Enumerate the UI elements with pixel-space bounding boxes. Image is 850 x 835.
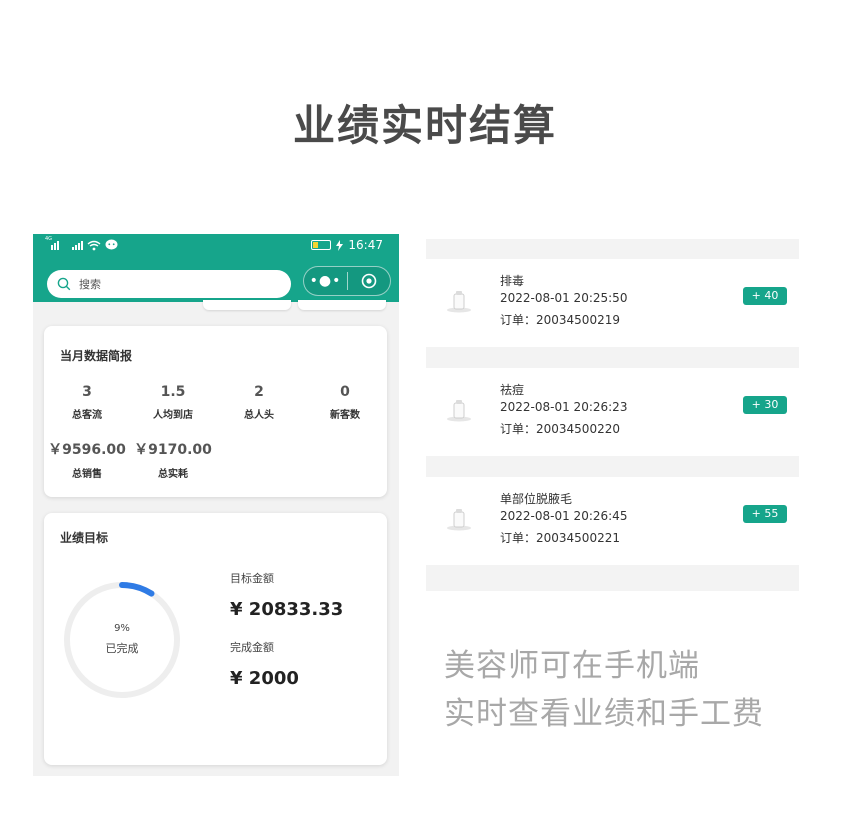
record-commission-badge: + 55 [743,505,787,523]
caption-line-1: 美容师可在手机端 [444,648,700,684]
stat-value: 2 [254,384,264,400]
record-order: 订单：20034500219 [500,313,620,327]
progress-caption: 已完成 [105,642,139,655]
stat-label: 总实耗 [158,469,188,480]
search-input[interactable]: 搜索 [47,270,291,298]
record-order: 订单：20034500221 [500,531,620,545]
progress-percent: 9% [114,623,130,634]
record-time: 2022-08-01 20:25:50 [500,291,628,305]
done-amount-value: ¥ 2000 [230,668,299,689]
product-bottle-icon [447,291,471,313]
hidden-button-peek [298,300,386,310]
stat-label: 人均到店 [153,410,193,421]
record-time: 2022-08-01 20:26:23 [500,400,628,414]
wifi-icon [87,240,101,250]
signal-icon [72,240,83,250]
stat-value: 0 [340,384,350,400]
page-headline: 业绩实时结算 [292,101,557,150]
status-time: 16:47 [348,238,383,252]
record-service-name: 排毒 [500,274,525,288]
stat-value: 3 [82,384,92,400]
chat-icon [105,239,118,250]
record-order: 订单：20034500220 [500,422,620,436]
stat-total-sales: ￥9596.00 总销售 [45,439,129,480]
mini-program-capsule: •●• [303,266,391,296]
more-button[interactable]: •●• [304,266,347,296]
stat-value: 1.5 [160,384,186,400]
target-amount-label: 目标金额 [230,572,274,585]
product-bottle-icon [447,509,471,531]
done-amount-label: 完成金额 [230,641,274,654]
stat-value: ￥9596.00 [48,442,126,458]
list-item[interactable]: 排毒 2022-08-01 20:25:50 订单：20034500219 + … [426,259,799,347]
stat-label: 总人头 [244,410,274,421]
phone-screen: 4G 16:47 搜索 •●• 当月数据简报 3 总客流 1.5 人均到店 2 … [33,234,399,776]
record-commission-badge: + 30 [743,396,787,414]
stat-avg-visits: 1.5 人均到店 [131,384,215,421]
stat-label: 总销售 [72,469,102,480]
battery-icon [311,240,332,250]
caption-line-2: 实时查看业绩和手工费 [444,696,764,732]
stat-total-consumption: ￥9170.00 总实耗 [131,439,215,480]
charging-icon [336,239,344,251]
commission-record-list: 排毒 2022-08-01 20:25:50 订单：20034500219 + … [426,239,799,591]
stat-new-customers: 0 新客数 [303,384,387,421]
goal-card: 业绩目标 9% 已完成 目标金额 ¥ 20833.33 完成金额 ¥ 2000 [44,513,387,765]
stat-total-heads: 2 总人头 [217,384,301,421]
record-commission-badge: + 40 [743,287,787,305]
summary-title: 当月数据简报 [60,349,133,363]
list-item[interactable]: 单部位脱腋毛 2022-08-01 20:26:45 订单：2003450022… [426,477,799,565]
record-service-name: 祛痘 [500,383,525,397]
product-bottle-icon [447,400,471,422]
close-button[interactable] [348,273,390,289]
target-amount-value: ¥ 20833.33 [230,599,344,620]
stat-total-traffic: 3 总客流 [45,384,129,421]
stat-label: 新客数 [330,410,360,421]
network-tag: 4G [45,236,53,242]
target-icon [361,273,377,289]
summary-card: 当月数据简报 3 总客流 1.5 人均到店 2 总人头 0 新客数 ￥9596.… [44,326,387,497]
nav-bar: 搜索 •●• [33,258,399,302]
record-service-name: 单部位脱腋毛 [500,492,573,506]
status-bar: 4G 16:47 [33,234,399,258]
goal-title: 业绩目标 [60,531,109,545]
search-placeholder: 搜索 [79,278,101,291]
record-time: 2022-08-01 20:26:45 [500,509,628,523]
stat-value: ￥9170.00 [134,442,212,458]
list-item[interactable]: 祛痘 2022-08-01 20:26:23 订单：20034500220 + … [426,368,799,456]
search-icon [57,277,71,291]
signal-icon: 4G [45,236,62,250]
stat-label: 总客流 [72,410,102,421]
hidden-button-peek [203,300,291,310]
